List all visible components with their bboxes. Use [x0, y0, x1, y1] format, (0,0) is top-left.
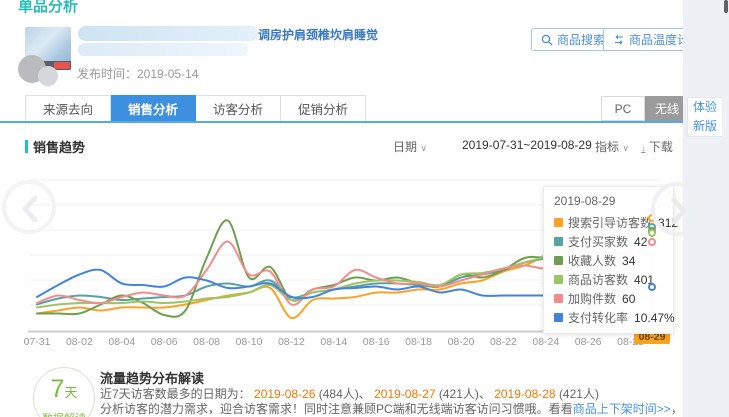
- x-axis-label: 08-12: [278, 336, 305, 348]
- swap-arrows-icon: [613, 35, 625, 45]
- x-axis-label: 08-14: [320, 336, 347, 348]
- x-axis-label: 08-08: [193, 336, 220, 348]
- x-axis-label: 08-24: [532, 336, 559, 348]
- x-axis-label: 07-31: [24, 336, 51, 348]
- analysis-tabs: 来源去向销售分析访客分析促销分析: [25, 95, 366, 122]
- legend-swatch: [554, 237, 563, 246]
- insight-advice-line: 分析访客的潜力需求，迎合访客需求！同时注意兼顾PC端和无线端访客访问习惯哦。看看…: [100, 400, 729, 417]
- section-accent-bar: [25, 140, 28, 153]
- legend-swatch: [554, 275, 563, 284]
- tooltip-row-收藏人数: 收藏人数34: [554, 251, 663, 270]
- endpoint-marker-支付转化率[interactable]: [648, 283, 656, 291]
- tab-访客分析[interactable]: 访客分析: [196, 95, 281, 122]
- chevron-down-icon: ∨: [622, 143, 629, 153]
- product-title-visible-text[interactable]: 调房护肩颈椎坎肩睡觉: [258, 26, 378, 43]
- legend-swatch: [554, 256, 563, 265]
- legend-swatch: [554, 294, 563, 303]
- legend-swatch: [554, 313, 563, 322]
- x-axis-label: 08-02: [66, 336, 93, 348]
- experience-new-version-button[interactable]: 体验新版: [687, 97, 722, 137]
- tooltip-row-支付转化率: 支付转化率10.47%: [554, 308, 663, 327]
- tooltip-date: 2019-08-29: [554, 194, 663, 208]
- metric-filter-dropdown[interactable]: 指标 ∨: [595, 138, 629, 155]
- endpoint-marker-商品访客数[interactable]: [648, 229, 656, 237]
- thumbnail-promo-tag: [54, 62, 70, 69]
- search-icon: [541, 34, 553, 46]
- device-toggle: PC无线: [601, 96, 689, 121]
- on-off-shelf-time-link[interactable]: 商品上下架时间>>: [573, 402, 671, 416]
- x-axis-label: 08-20: [448, 336, 475, 348]
- chevron-down-icon: ∨: [420, 143, 427, 153]
- x-axis-label: 08-26: [575, 336, 602, 348]
- scrollbar-thumb[interactable]: [724, 0, 728, 13]
- tooltip-row-搜索引导访客数: 搜索引导访客数312: [554, 213, 663, 232]
- chevron-right-icon: [669, 198, 689, 224]
- section-title: 销售趋势: [33, 137, 85, 156]
- censored-product-title-line2: [78, 43, 248, 56]
- seven-day-badge: 7天 数据解读: [33, 367, 95, 417]
- avatar-blur: [38, 66, 58, 86]
- badge-caption: 数据解读: [34, 410, 94, 417]
- chevron-left-icon: [20, 196, 40, 222]
- tooltip-row-支付买家数: 支付买家数42: [554, 232, 663, 251]
- legend-swatch: [554, 218, 563, 227]
- publish-time-label: 发布时间：2019-05-14: [77, 65, 198, 82]
- tooltip-row-加购件数: 加购件数60: [554, 289, 663, 308]
- chart-prev-arrow[interactable]: [2, 180, 56, 234]
- tab-来源去向[interactable]: 来源去向: [25, 95, 111, 122]
- x-axis-label: 08-10: [236, 336, 263, 348]
- censored-product-title-line1: [78, 26, 258, 41]
- tooltip-row-商品访客数: 商品访客数401: [554, 270, 663, 289]
- date-range-value[interactable]: 2019-07-31~2019-08-29: [462, 138, 592, 152]
- x-axis-label: 08-18: [405, 336, 432, 348]
- device-option-PC[interactable]: PC: [601, 96, 645, 121]
- date-filter-dropdown[interactable]: 日期 ∨: [393, 138, 427, 155]
- tab-促销分析[interactable]: 促销分析: [281, 95, 366, 122]
- page-title: 单品分析: [18, 0, 78, 16]
- download-button[interactable]: ↓ 下载: [641, 138, 673, 155]
- top-visitor-date: 2019-08-26: [251, 387, 319, 401]
- chart-next-arrow[interactable]: [651, 182, 705, 236]
- top-visitor-date: 2019-08-27: [371, 387, 439, 401]
- endpoint-marker-加购件数[interactable]: [648, 238, 656, 246]
- x-axis-label: 08-06: [151, 336, 178, 348]
- x-axis-label: 08-04: [108, 336, 135, 348]
- x-axis-label: 08-22: [490, 336, 517, 348]
- tabs-underline: [0, 121, 683, 123]
- top-visitor-date: 2019-08-28: [491, 387, 559, 401]
- tab-销售分析[interactable]: 销售分析: [111, 95, 196, 122]
- download-icon: ↓: [641, 143, 646, 153]
- single-item-analysis-page: 单品分析 调房护肩颈椎坎肩睡觉 发布时间：2019-05-14 商品搜索 商品温…: [0, 0, 729, 417]
- x-axis-label: 08-16: [363, 336, 390, 348]
